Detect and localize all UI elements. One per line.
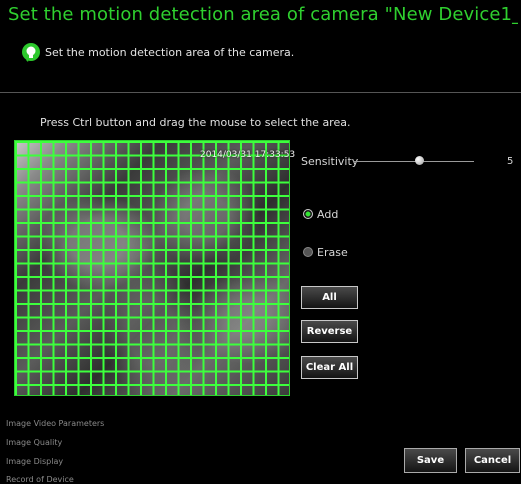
add-radio-label: Add	[317, 208, 339, 221]
camera-preview-area[interactable]	[14, 140, 290, 396]
nav-item-image-quality[interactable]: Image Quality	[6, 438, 62, 447]
header-divider	[0, 92, 521, 93]
sensitivity-slider-track[interactable]	[353, 161, 474, 162]
motion-detection-grid[interactable]	[15, 141, 289, 395]
save-button[interactable]: Save	[404, 448, 457, 473]
nav-item-image-display[interactable]: Image Display	[6, 457, 63, 466]
clear-all-button[interactable]: Clear All	[301, 356, 358, 379]
camera-timestamp: 2014/03/31 17:33:53	[200, 150, 296, 160]
page-subtitle: Set the motion detection area of the cam…	[45, 46, 295, 59]
radio-unselected-icon[interactable]	[303, 247, 313, 257]
reverse-button[interactable]: Reverse	[301, 320, 358, 343]
sensitivity-label: Sensitivity	[301, 155, 359, 168]
erase-radio-label: Erase	[317, 246, 348, 259]
cancel-button[interactable]: Cancel	[465, 448, 520, 473]
nav-item-record-of-device[interactable]: Record of Device	[6, 475, 74, 484]
nav-item-image-video-parameters[interactable]: Image Video Parameters	[6, 419, 104, 428]
page-title: Set the motion detection area of camera …	[8, 4, 518, 25]
radio-selected-icon[interactable]	[303, 209, 313, 219]
sensitivity-value: 5	[507, 156, 514, 167]
select-all-button[interactable]: All	[301, 286, 358, 309]
instruction-text: Press Ctrl button and drag the mouse to …	[40, 116, 351, 129]
erase-radio[interactable]: Erase	[303, 246, 348, 259]
sensitivity-slider-thumb[interactable]	[415, 156, 424, 165]
add-radio[interactable]: Add	[303, 208, 338, 221]
info-bulb-icon	[22, 43, 40, 62]
